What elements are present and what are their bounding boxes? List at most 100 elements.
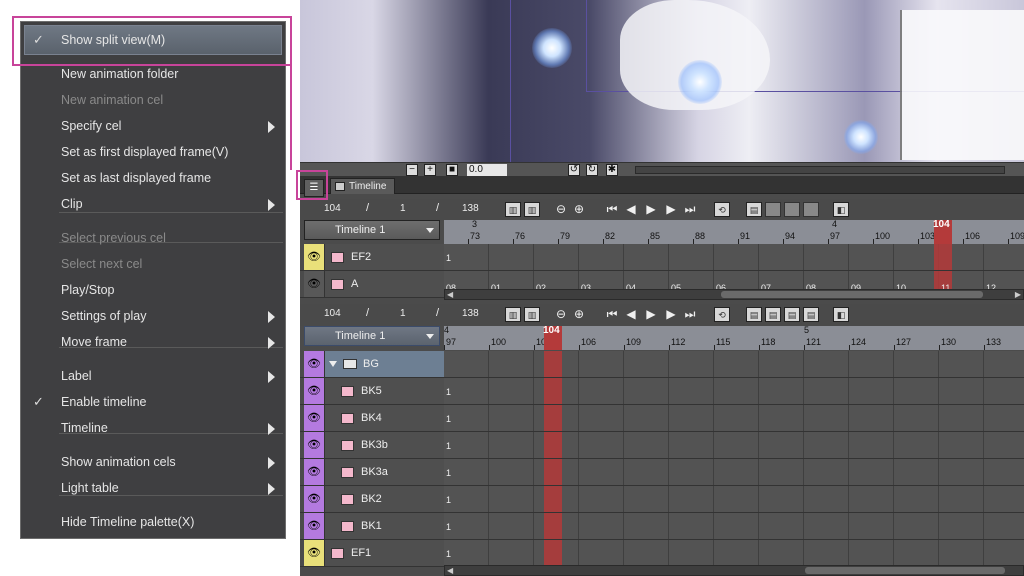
track-row[interactable]: 👁 BK2 1 <box>300 486 1024 513</box>
visibility-eye-icon[interactable]: 👁 <box>304 351 324 377</box>
track-cells[interactable]: 1 <box>444 486 1024 512</box>
track-row[interactable]: 👁 BK5 1 <box>300 378 1024 405</box>
last-frame-icon[interactable]: ⏭ <box>682 202 698 217</box>
light-table-icon[interactable]: ◧ <box>833 202 849 217</box>
track-cells[interactable]: 1 <box>444 405 1024 431</box>
track-name-cell[interactable]: BK3a <box>324 459 444 485</box>
frame-view-wide-icon[interactable]: ▥ <box>524 202 540 217</box>
play-icon[interactable]: ▶ <box>643 307 659 322</box>
upper-horizontal-scrollbar[interactable]: ◀ ▶ <box>444 289 1024 300</box>
track-row[interactable]: 👁 BK3b 1 <box>300 432 1024 459</box>
frame-ruler[interactable]: 9710010310610911211511812112412713013345… <box>444 326 1024 350</box>
previous-frame-icon[interactable]: ◀ <box>623 202 639 217</box>
track-name-cell[interactable]: EF2 <box>324 244 444 270</box>
track-row[interactable]: 👁 BG <box>300 351 1024 378</box>
track-row[interactable]: 👁 EF2 1 <box>300 244 1024 271</box>
last-frame-icon[interactable]: ⏭ <box>682 307 698 322</box>
menu-item-set-as-first-displayed-frame-v[interactable]: Set as first displayed frame(V) <box>21 139 285 165</box>
first-frame-icon[interactable]: ⏮ <box>604 202 620 217</box>
zoom-out-icon[interactable]: ⊖ <box>553 307 569 322</box>
track-cells[interactable]: 1 <box>444 459 1024 485</box>
expand-triangle-icon[interactable] <box>329 361 337 367</box>
scroll-right-icon[interactable]: ▶ <box>1015 290 1021 299</box>
rotate-left-icon[interactable]: ↺ <box>568 164 580 176</box>
visibility-eye-icon[interactable]: 👁 <box>304 405 324 431</box>
visibility-eye-icon[interactable]: 👁 <box>304 244 324 270</box>
track-cells[interactable]: 1 <box>444 378 1024 404</box>
frame-view-icon[interactable]: ▥ <box>505 307 521 322</box>
track-row[interactable]: 👁 BK1 1 <box>300 513 1024 540</box>
menu-item-set-as-last-displayed-frame[interactable]: Set as last displayed frame <box>21 165 285 191</box>
tab-timeline[interactable]: Timeline <box>330 178 396 194</box>
next-frame-icon[interactable]: ▶ <box>663 202 679 217</box>
visibility-eye-icon[interactable]: 👁 <box>304 271 324 297</box>
track-name-cell[interactable]: BK2 <box>324 486 444 512</box>
canvas-preview[interactable] <box>300 0 1024 162</box>
visibility-eye-icon[interactable]: 👁 <box>304 540 324 566</box>
first-frame-icon[interactable]: ⏮ <box>604 307 620 322</box>
frame-view-icon[interactable]: ▥ <box>505 202 521 217</box>
menu-item-hide-timeline-palette-x[interactable]: Hide Timeline palette(X) <box>21 509 285 535</box>
zoom-in-icon[interactable]: ⊕ <box>571 307 587 322</box>
track-row[interactable]: 👁 BK3a 1 <box>300 459 1024 486</box>
canvas-scrollbar[interactable] <box>635 166 1005 174</box>
menu-item-play-stop[interactable]: Play/Stop <box>21 277 285 303</box>
timeline-dropdown[interactable]: Timeline 1 <box>304 326 440 346</box>
visibility-eye-icon[interactable]: 👁 <box>304 432 324 458</box>
track-name-cell[interactable]: BK4 <box>324 405 444 431</box>
track-name-cell[interactable]: BK1 <box>324 513 444 539</box>
scroll-thumb[interactable] <box>805 567 1005 574</box>
menu-item-timeline[interactable]: Timeline <box>21 415 285 441</box>
scroll-left-icon[interactable]: ◀ <box>447 290 453 299</box>
track-name-cell[interactable]: EF1 <box>324 540 444 566</box>
visibility-eye-icon[interactable]: 👁 <box>304 378 324 404</box>
menu-item-label[interactable]: Label <box>21 363 285 389</box>
visibility-eye-icon[interactable]: 👁 <box>304 513 324 539</box>
track-cells[interactable]: 1 <box>444 513 1024 539</box>
timeline-dropdown[interactable]: Timeline 1 <box>304 220 440 240</box>
fit-view-icon[interactable]: ■ <box>446 164 458 176</box>
play-icon[interactable]: ▶ <box>643 202 659 217</box>
track-name-cell[interactable]: A <box>324 271 444 297</box>
next-frame-icon[interactable]: ▶ <box>663 307 679 322</box>
zoom-out-icon[interactable]: ⊖ <box>553 202 569 217</box>
track-name-cell[interactable]: BK5 <box>324 378 444 404</box>
menu-item-settings-of-play[interactable]: Settings of play <box>21 303 285 329</box>
track-row[interactable]: 👁 EF1 1 <box>300 540 1024 567</box>
track-name-cell[interactable]: BK3b <box>324 432 444 458</box>
zoom-in-icon[interactable]: ⊕ <box>571 202 587 217</box>
new-cel-icon[interactable]: ▤ <box>746 307 762 322</box>
track-cells[interactable]: 1 <box>444 432 1024 458</box>
track-name-cell[interactable]: BG <box>324 351 444 377</box>
new-cel-icon[interactable]: ▤ <box>746 202 762 217</box>
reset-rotation-icon[interactable]: ✱ <box>606 164 618 176</box>
track-cells[interactable] <box>444 351 1024 377</box>
zoom-out-icon[interactable]: − <box>406 164 418 176</box>
menu-item-enable-timeline[interactable]: ✓ Enable timeline <box>21 389 285 415</box>
menu-item-show-animation-cels[interactable]: Show animation cels <box>21 449 285 475</box>
cel-options-icon[interactable] <box>784 202 800 217</box>
track-cells[interactable]: 1 <box>444 540 1024 566</box>
frame-view-wide-icon[interactable]: ▥ <box>524 307 540 322</box>
delete-cel-icon[interactable]: ▤ <box>765 307 781 322</box>
previous-frame-icon[interactable]: ◀ <box>623 307 639 322</box>
light-table-icon[interactable]: ◧ <box>833 307 849 322</box>
track-row[interactable]: 👁 BK4 1 <box>300 405 1024 432</box>
cel-settings-icon[interactable]: ▤ <box>803 307 819 322</box>
menu-item-specify-cel[interactable]: Specify cel <box>21 113 285 139</box>
zoom-value[interactable]: 0.0 <box>467 164 507 176</box>
loop-icon[interactable]: ⟲ <box>714 307 730 322</box>
scroll-thumb[interactable] <box>721 291 983 298</box>
frame-ruler[interactable]: 73 76 79 82 85 88 91 94 97 100 103 106 109 3 4 104 <box>444 220 1024 244</box>
delete-cel-icon[interactable] <box>765 202 781 217</box>
cel-options-icon[interactable]: ▤ <box>784 307 800 322</box>
menu-item-clip[interactable]: Clip <box>21 191 285 217</box>
menu-item-light-table[interactable]: Light table <box>21 475 285 501</box>
loop-icon[interactable]: ⟲ <box>714 202 730 217</box>
cel-settings-icon[interactable] <box>803 202 819 217</box>
menu-item-move-frame[interactable]: Move frame <box>21 329 285 355</box>
lower-horizontal-scrollbar[interactable]: ◀ <box>444 565 1024 576</box>
zoom-in-icon[interactable]: + <box>424 164 436 176</box>
visibility-eye-icon[interactable]: 👁 <box>304 459 324 485</box>
scroll-left-icon[interactable]: ◀ <box>447 566 453 575</box>
